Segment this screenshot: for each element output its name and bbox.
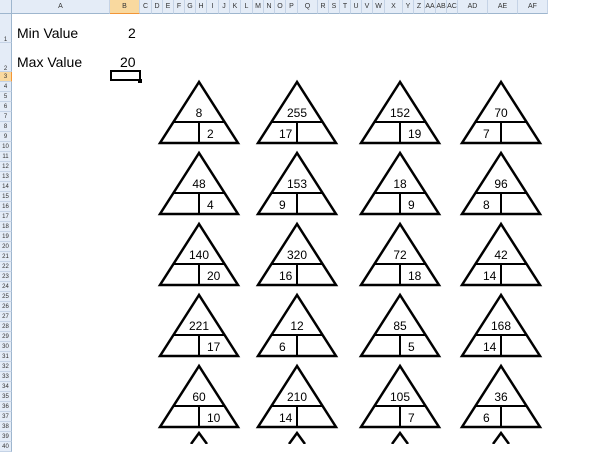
- triangle-top-value: 320: [287, 248, 307, 262]
- triangle-right-value: 10: [207, 411, 221, 425]
- triangle-top-value: 72: [393, 248, 407, 262]
- triangle-right-value: 5: [408, 340, 415, 354]
- triangle-left-value: 16: [279, 269, 293, 283]
- triangle-left-value: 14: [483, 269, 497, 283]
- triangle-left-value: 9: [279, 198, 286, 212]
- triangle-left-value: 14: [279, 411, 293, 425]
- triangle-right-value: 20: [207, 269, 221, 283]
- triangle-top-value: 210: [287, 390, 307, 404]
- triangle-partial-apex: [491, 430, 511, 444]
- triangle-right-value: 17: [207, 340, 221, 354]
- triangle-top-value: 105: [390, 390, 410, 404]
- triangle-left-value: 7: [483, 127, 490, 141]
- triangle-top-value: 42: [494, 248, 508, 262]
- triangle-top-value: 153: [287, 177, 307, 191]
- triangle-right-value: 2: [207, 127, 214, 141]
- triangle-top-value: 140: [189, 248, 209, 262]
- triangle-left-value: 8: [483, 198, 490, 212]
- triangle-right-value: 19: [408, 127, 422, 141]
- triangle-top-value: 60: [192, 390, 206, 404]
- triangle-partial-apex: [189, 430, 209, 444]
- triangle-right-value: 4: [207, 198, 214, 212]
- triangle-top-value: 85: [393, 319, 407, 333]
- triangle-left-value: 6: [279, 340, 286, 354]
- triangle-right-value: 7: [408, 411, 415, 425]
- triangle-top-value: 168: [491, 319, 511, 333]
- triangle-partial-apex: [390, 430, 410, 444]
- triangle-partial-apex: [287, 430, 307, 444]
- triangle-top-value: 48: [192, 177, 206, 191]
- triangle-top-value: 8: [196, 106, 203, 120]
- triangle-top-value: 18: [393, 177, 407, 191]
- triangle-top-value: 12: [290, 319, 304, 333]
- triangle-top-value: 70: [494, 106, 508, 120]
- triangle-right-value: 9: [408, 198, 415, 212]
- triangle-left-value: 14: [483, 340, 497, 354]
- triangle-top-value: 255: [287, 106, 307, 120]
- triangle-worksheet: 8225517152197074841539189968140203201672…: [157, 79, 543, 444]
- triangle-left-value: 6: [483, 411, 490, 425]
- triangle-top-value: 221: [189, 319, 209, 333]
- triangle-top-value: 96: [494, 177, 508, 191]
- triangle-top-value: 152: [390, 106, 410, 120]
- triangle-right-value: 18: [408, 269, 422, 283]
- triangle-top-value: 36: [494, 390, 508, 404]
- triangle-left-value: 17: [279, 127, 293, 141]
